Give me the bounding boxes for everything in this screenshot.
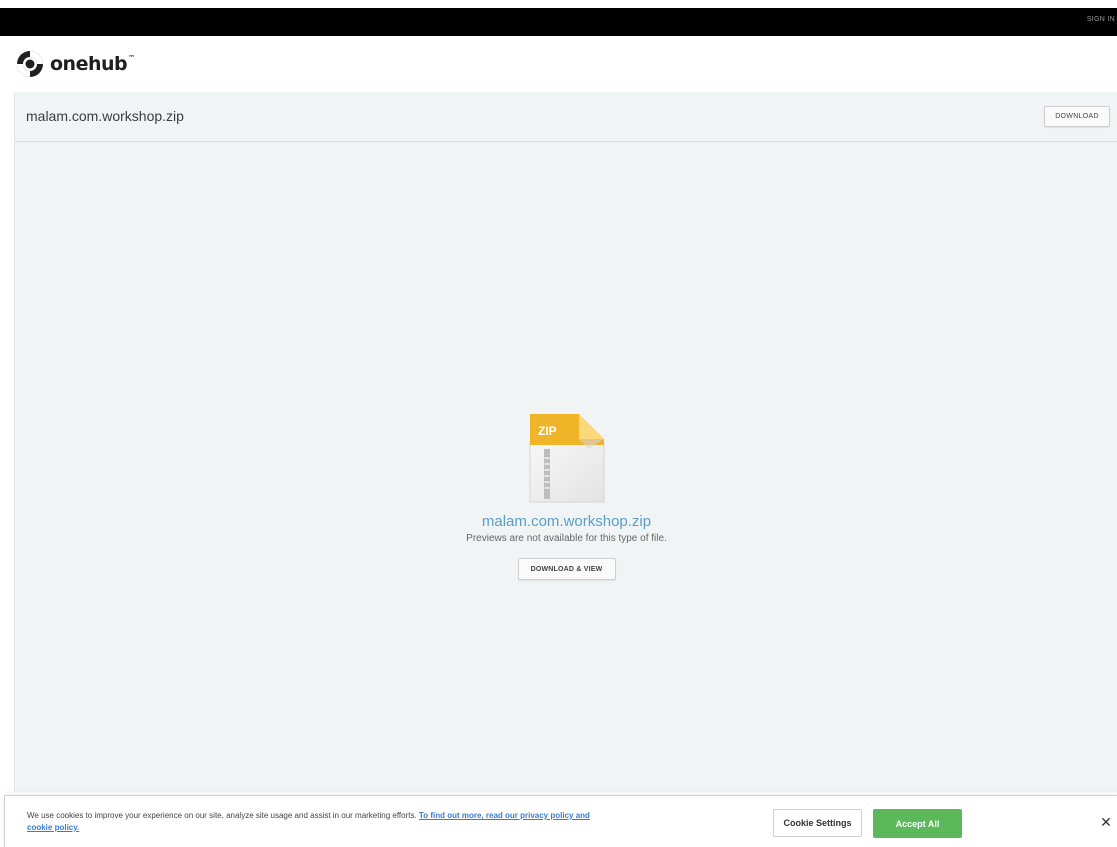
top-bar: SIGN IN [0, 8, 1117, 36]
sign-in-link[interactable]: SIGN IN [1087, 16, 1115, 23]
preview-unavailable-message: Previews are not available for this type… [466, 533, 667, 544]
preview-unavailable: ZIP malam.com.workshop.zip Previews are … [15, 413, 1117, 580]
cookie-banner: We use cookies to improve your experienc… [4, 795, 1117, 847]
onehub-logo[interactable]: onehub™ [16, 50, 135, 78]
cookie-settings-button[interactable]: Cookie Settings [773, 809, 862, 837]
onehub-logo-icon [17, 51, 43, 77]
logo-trademark: ™ [128, 53, 135, 62]
cookie-message: We use cookies to improve your experienc… [27, 810, 617, 834]
accept-all-button[interactable]: Accept All [873, 809, 962, 838]
panel-header: malam.com.workshop.zip DOWNLOAD [15, 92, 1117, 142]
file-title: malam.com.workshop.zip [26, 108, 184, 124]
download-and-view-button[interactable]: DOWNLOAD & VIEW [517, 558, 616, 580]
zip-file-icon: ZIP [529, 414, 604, 503]
zip-badge-text: ZIP [538, 424, 557, 438]
download-button[interactable]: DOWNLOAD [1044, 106, 1110, 127]
logo-wordmark: onehub™ [50, 52, 135, 75]
cookie-message-text: We use cookies to improve your experienc… [27, 811, 417, 820]
preview-file-name[interactable]: malam.com.workshop.zip [15, 513, 1117, 531]
file-preview-panel: malam.com.workshop.zip DOWNLOAD ZIP mala… [14, 92, 1117, 792]
close-icon[interactable]: ✕ [1099, 815, 1113, 829]
